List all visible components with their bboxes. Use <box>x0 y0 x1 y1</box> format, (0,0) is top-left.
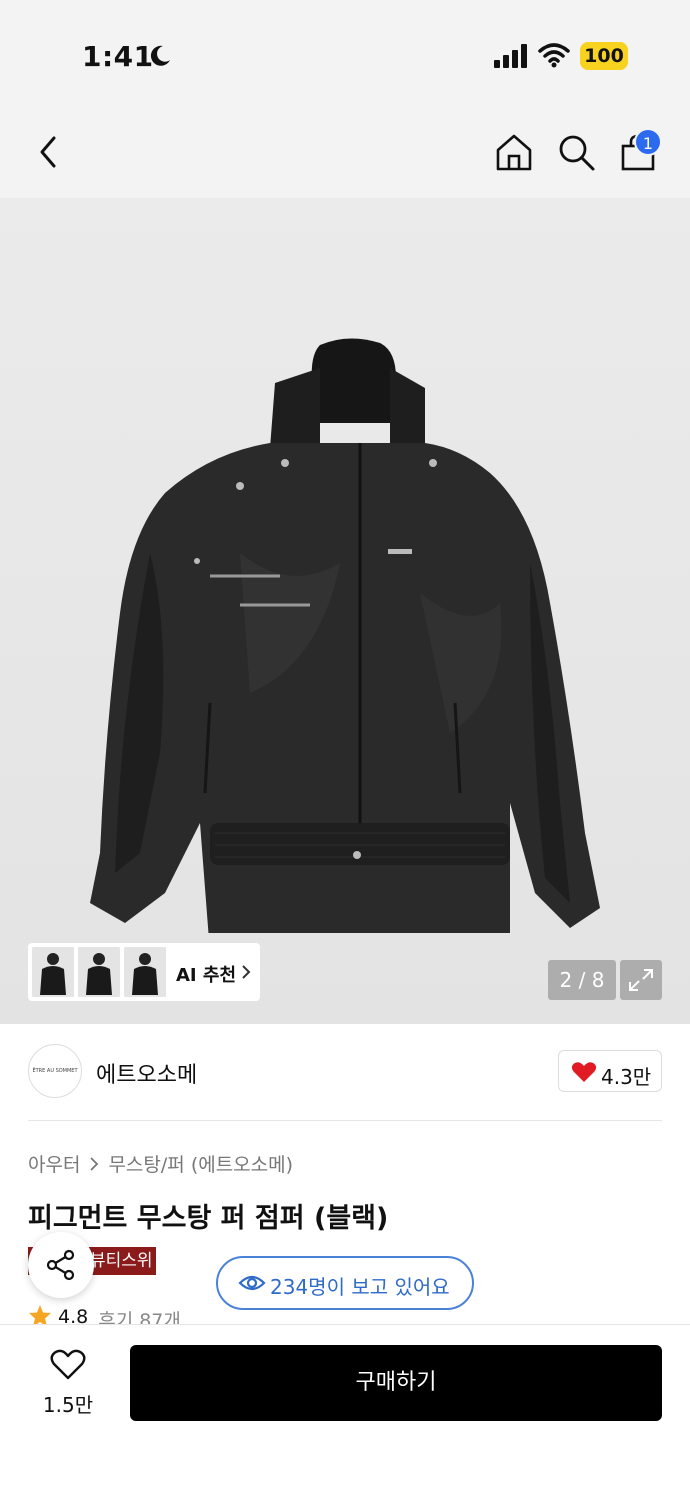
brand-like-button[interactable]: 4.3만 <box>558 1050 662 1092</box>
expand-icon <box>629 969 653 991</box>
status-bar: 1:41 100 <box>0 0 690 110</box>
ai-thumb-3 <box>124 947 166 997</box>
image-page-counter: 2 / 8 <box>548 960 616 1000</box>
moon-icon <box>150 45 170 66</box>
chevron-right-icon <box>90 1156 99 1171</box>
chevron-right-icon <box>242 965 251 979</box>
back-icon[interactable] <box>34 132 64 172</box>
share-button[interactable] <box>28 1232 94 1298</box>
brand-logo[interactable]: ÊTRE AU SOMMET <box>28 1044 82 1098</box>
eye-icon <box>238 1275 266 1291</box>
signal-icon <box>494 44 527 68</box>
heart-icon <box>571 1062 597 1082</box>
ai-recommend-button[interactable]: AI 추천 <box>28 943 260 1001</box>
product-image-gallery[interactable]: AI 추천 2 / 8 <box>0 198 690 1024</box>
brand-like-count: 4.3만 <box>601 1065 652 1089</box>
heart-outline-icon[interactable] <box>50 1349 86 1381</box>
live-viewers-text: 234명이 보고 있어요 <box>270 1275 450 1299</box>
brand-name[interactable]: 에트오소메 <box>96 1057 197 1089</box>
ai-thumb-2 <box>78 947 120 997</box>
nav-bar: 1 <box>0 110 690 198</box>
product-title: 피그먼트 무스탕 퍼 점퍼 (블랙) <box>28 1203 389 1234</box>
wifi-icon <box>538 43 570 68</box>
ai-thumb-1 <box>32 947 74 997</box>
product-image <box>90 338 600 933</box>
share-icon <box>46 1249 75 1281</box>
live-viewers-pill: 234명이 보고 있어요 <box>216 1256 474 1310</box>
ai-recommend-label: AI 추천 <box>176 965 237 986</box>
status-time: 1:41 <box>82 40 154 73</box>
search-icon[interactable] <box>556 132 596 172</box>
wish-count: 1.5만 <box>42 1393 94 1417</box>
breadcrumb-item-subcategory[interactable]: 무스탕/퍼 (에트오소메) <box>108 1150 293 1177</box>
breadcrumb: 아우터 무스탕/퍼 (에트오소메) <box>28 1150 293 1177</box>
battery-indicator: 100 <box>580 42 628 70</box>
bottom-action-bar: 1.5만 구매하기 <box>0 1324 690 1500</box>
breadcrumb-item-category[interactable]: 아우터 <box>28 1150 80 1177</box>
expand-image-button[interactable] <box>620 960 662 1000</box>
cart-count-badge: 1 <box>634 128 662 156</box>
divider <box>28 1120 662 1121</box>
home-icon[interactable] <box>494 132 534 172</box>
buy-button[interactable]: 구매하기 <box>130 1345 662 1421</box>
